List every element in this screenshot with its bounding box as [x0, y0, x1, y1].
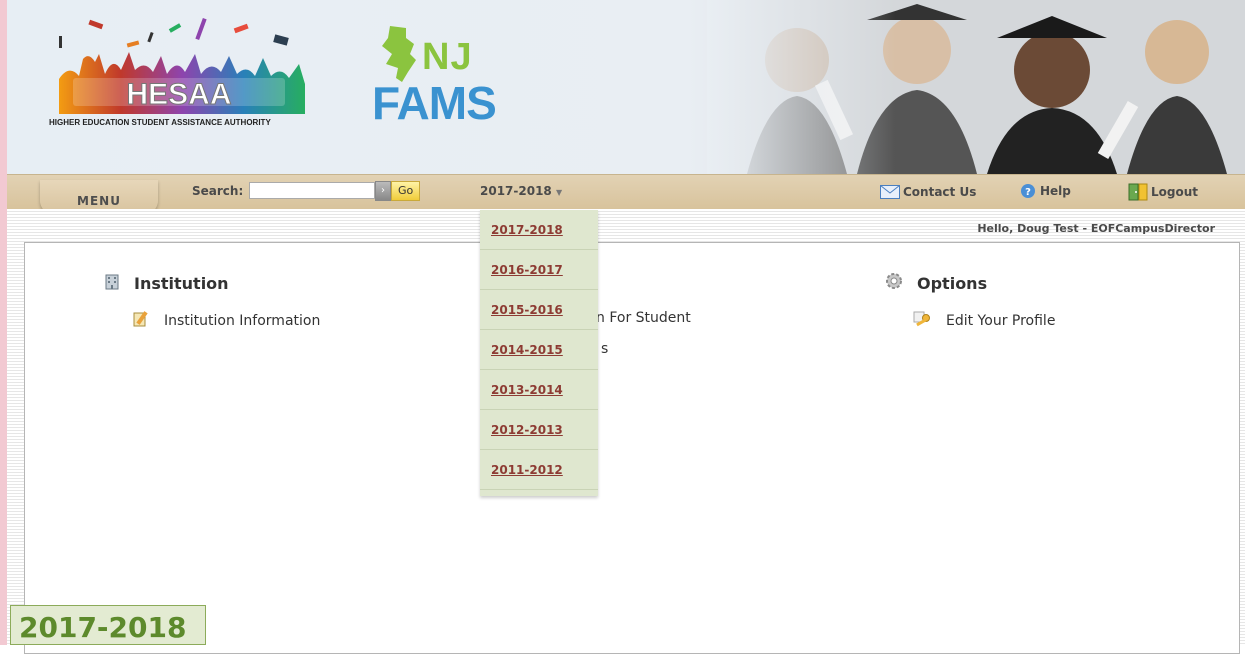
year-option-2013-2014[interactable]: 2013-2014: [480, 370, 598, 410]
arrow-right-icon: ›: [375, 181, 391, 201]
institution-information-label: Institution Information: [164, 313, 321, 329]
graduates-illustration: [707, 0, 1245, 174]
svg-text:HESAA: HESAA: [126, 78, 231, 111]
year-option-2017-2018[interactable]: 2017-2018: [480, 210, 598, 250]
main-panel: [24, 242, 1240, 654]
year-option-2014-2015[interactable]: 2014-2015: [480, 330, 598, 370]
institution-information-link[interactable]: Institution Information: [132, 310, 320, 332]
chevron-down-icon: ▼: [555, 188, 563, 197]
user-greeting: Hello, Doug Test - EOFCampusDirector: [977, 222, 1215, 235]
edit-your-profile-label: Edit Your Profile: [946, 313, 1056, 329]
year-option-2015-2016[interactable]: 2015-2016: [480, 290, 598, 330]
nj-state-icon: [382, 26, 416, 82]
help-icon: ?: [1021, 184, 1035, 198]
year-dropdown-menu: 2017-2018 2016-2017 2015-2016 2014-2015 …: [480, 210, 598, 496]
students-link-2-label: s: [601, 341, 609, 357]
go-button[interactable]: › Go: [375, 181, 421, 201]
section-options-title: Options: [917, 273, 988, 293]
search-for-student-link[interactable]: n For Student: [596, 310, 691, 326]
year-selector-label: 2017-2018: [480, 184, 552, 198]
key-icon: [912, 310, 932, 332]
year-option-2011-2012[interactable]: 2011-2012: [480, 450, 598, 490]
year-option-2016-2017[interactable]: 2016-2017: [480, 250, 598, 290]
section-institution: Institution: [104, 272, 229, 294]
go-label: Go: [391, 181, 421, 201]
svg-text:?: ?: [1025, 187, 1031, 198]
fams-text: FAMS: [372, 77, 497, 129]
pencil-document-icon: [132, 310, 150, 332]
envelope-icon: [880, 185, 900, 199]
help-label: Help: [1040, 184, 1071, 198]
left-border: [0, 0, 7, 645]
current-year-badge: 2017-2018: [10, 605, 206, 645]
site-header: HESAA HIGHER EDUCATION STUDENT ASSISTANC…: [7, 0, 1245, 174]
njfams-logo[interactable]: NJ FAMS: [372, 16, 522, 136]
contact-us-link[interactable]: Contact Us: [880, 185, 976, 199]
year-selector[interactable]: 2017-2018 ▼: [480, 184, 562, 198]
year-option-2012-2013[interactable]: 2012-2013: [480, 410, 598, 450]
logout-link[interactable]: Logout: [1128, 183, 1198, 201]
edit-your-profile-link[interactable]: Edit Your Profile: [912, 310, 1055, 332]
hesaa-caption: HIGHER EDUCATION STUDENT ASSISTANCE AUTH…: [49, 118, 271, 127]
students-link-2[interactable]: s: [601, 341, 608, 357]
building-icon: [104, 272, 120, 294]
logout-label: Logout: [1151, 185, 1199, 199]
contact-us-label: Contact Us: [903, 185, 977, 199]
search-label: Search:: [192, 184, 244, 198]
section-options: Options: [885, 272, 987, 294]
menu-label: MENU: [77, 194, 121, 208]
help-link[interactable]: ? Help: [1020, 183, 1071, 199]
graduates-photo: [707, 0, 1245, 174]
hesaa-logo[interactable]: HESAA HIGHER EDUCATION STUDENT ASSISTANC…: [49, 14, 319, 134]
section-institution-title: Institution: [134, 273, 229, 293]
nj-text: NJ: [422, 36, 473, 78]
gear-icon: [885, 272, 903, 294]
hesaa-logo-graphic: HESAA: [59, 17, 305, 114]
search-input[interactable]: [249, 182, 375, 199]
search-for-student-label: n For Student: [596, 310, 691, 326]
door-exit-icon: [1128, 183, 1148, 201]
